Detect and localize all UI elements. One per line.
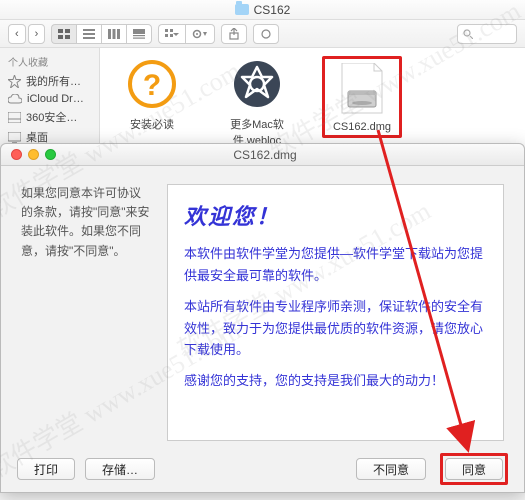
sidebar-item-360[interactable]: 360安全… bbox=[0, 107, 99, 127]
gear-icon bbox=[192, 29, 208, 39]
file-weblink[interactable]: 更多Mac软件.webloc bbox=[217, 56, 297, 148]
license-p1: 本软件由软件学堂为您提供—软件学堂下载站为您提供最安全最可靠的软件。 bbox=[184, 243, 487, 286]
arrange-group bbox=[158, 24, 215, 44]
dialog-title: CS162.dmg bbox=[56, 148, 474, 162]
minimize-button[interactable] bbox=[28, 149, 39, 160]
file-dmg[interactable]: CS162.dmg bbox=[322, 56, 402, 138]
button-row: 打印 存储… 不同意 同意 bbox=[1, 454, 524, 484]
agree-highlight: 同意 bbox=[440, 453, 508, 485]
file-area: ? 安装必读 更多Mac软件.webloc CS162.dmg bbox=[100, 48, 525, 155]
save-button[interactable]: 存储… bbox=[85, 458, 155, 480]
finder-title: CS162 bbox=[254, 3, 291, 17]
star-icon bbox=[8, 75, 21, 88]
license-p3: 感谢您的支持，您的支持是我们最大的动力！ bbox=[184, 370, 487, 391]
help-icon: ? bbox=[124, 56, 180, 112]
desktop-icon bbox=[8, 132, 21, 143]
column-view-button[interactable] bbox=[101, 24, 126, 44]
forward-button[interactable]: › bbox=[28, 24, 46, 44]
list-view-button[interactable] bbox=[76, 24, 101, 44]
share-icon bbox=[228, 28, 240, 40]
coverflow-view-button[interactable] bbox=[126, 24, 152, 44]
finder-titlebar: CS162 bbox=[0, 0, 525, 20]
agree-button[interactable]: 同意 bbox=[445, 458, 503, 480]
sidebar-header: 个人收藏 bbox=[0, 52, 99, 71]
sidebar-item-icloud[interactable]: iCloud Dr… bbox=[0, 91, 99, 107]
arrange-button[interactable] bbox=[158, 24, 185, 44]
finder-toolbar: ‹ › bbox=[0, 20, 525, 48]
print-button[interactable]: 打印 bbox=[17, 458, 75, 480]
cloud-icon bbox=[8, 94, 22, 104]
dmg-icon bbox=[334, 61, 390, 117]
instructions-text: 如果您同意本许可协议的条款，请按"同意"来安装此软件。如果您不同意，请按"不同意… bbox=[21, 184, 151, 441]
sidebar-item-allfiles[interactable]: 我的所有… bbox=[0, 71, 99, 91]
appstore-icon bbox=[229, 56, 285, 112]
window-controls bbox=[1, 149, 56, 160]
coverflow-icon bbox=[133, 29, 145, 39]
list-icon bbox=[83, 29, 95, 39]
file-label: CS162.dmg bbox=[333, 121, 391, 133]
close-button[interactable] bbox=[11, 149, 22, 160]
folder-icon bbox=[235, 4, 249, 15]
license-p2: 本站所有软件由专业程序师亲测，保证软件的安全有效性，致力于为您提供最优质的软件资… bbox=[184, 296, 487, 360]
dialog-body: 如果您同意本许可协议的条款，请按"同意"来安装此软件。如果您不同意，请按"不同意… bbox=[1, 166, 524, 451]
sidebar-item-label: 360安全… bbox=[26, 109, 77, 125]
disk-icon bbox=[8, 112, 21, 123]
tags-button[interactable] bbox=[253, 24, 279, 44]
finder-body: 个人收藏 我的所有… iCloud Dr… 360安全… 桌面 ? bbox=[0, 48, 525, 155]
finder-window: CS162 ‹ › bbox=[0, 0, 525, 155]
license-dialog: CS162.dmg 如果您同意本许可协议的条款，请按"同意"来安装此软件。如果您… bbox=[0, 143, 525, 493]
tag-icon bbox=[260, 29, 272, 39]
svg-text:?: ? bbox=[143, 69, 161, 102]
sort-icon bbox=[165, 29, 179, 39]
icon-view-button[interactable] bbox=[51, 24, 76, 44]
view-switcher bbox=[51, 24, 152, 44]
license-text: 欢迎您！ 本软件由软件学堂为您提供—软件学堂下载站为您提供最安全最可靠的软件。 … bbox=[167, 184, 504, 441]
columns-icon bbox=[108, 29, 120, 39]
share-button[interactable] bbox=[221, 24, 247, 44]
file-label: 安装必读 bbox=[130, 116, 174, 132]
nav-buttons: ‹ › bbox=[8, 24, 45, 44]
back-button[interactable]: ‹ bbox=[8, 24, 26, 44]
sidebar: 个人收藏 我的所有… iCloud Dr… 360安全… 桌面 bbox=[0, 48, 100, 155]
zoom-button[interactable] bbox=[45, 149, 56, 160]
grid-icon bbox=[58, 29, 70, 39]
search-icon bbox=[463, 29, 473, 39]
search-input[interactable] bbox=[457, 24, 517, 44]
license-heading: 欢迎您！ bbox=[184, 199, 487, 235]
disagree-button[interactable]: 不同意 bbox=[356, 458, 426, 480]
dialog-titlebar: CS162.dmg bbox=[1, 144, 524, 166]
file-readme[interactable]: ? 安装必读 bbox=[112, 56, 192, 132]
sidebar-item-label: iCloud Dr… bbox=[27, 93, 84, 105]
sidebar-item-label: 我的所有… bbox=[26, 73, 81, 89]
action-button[interactable] bbox=[185, 24, 215, 44]
